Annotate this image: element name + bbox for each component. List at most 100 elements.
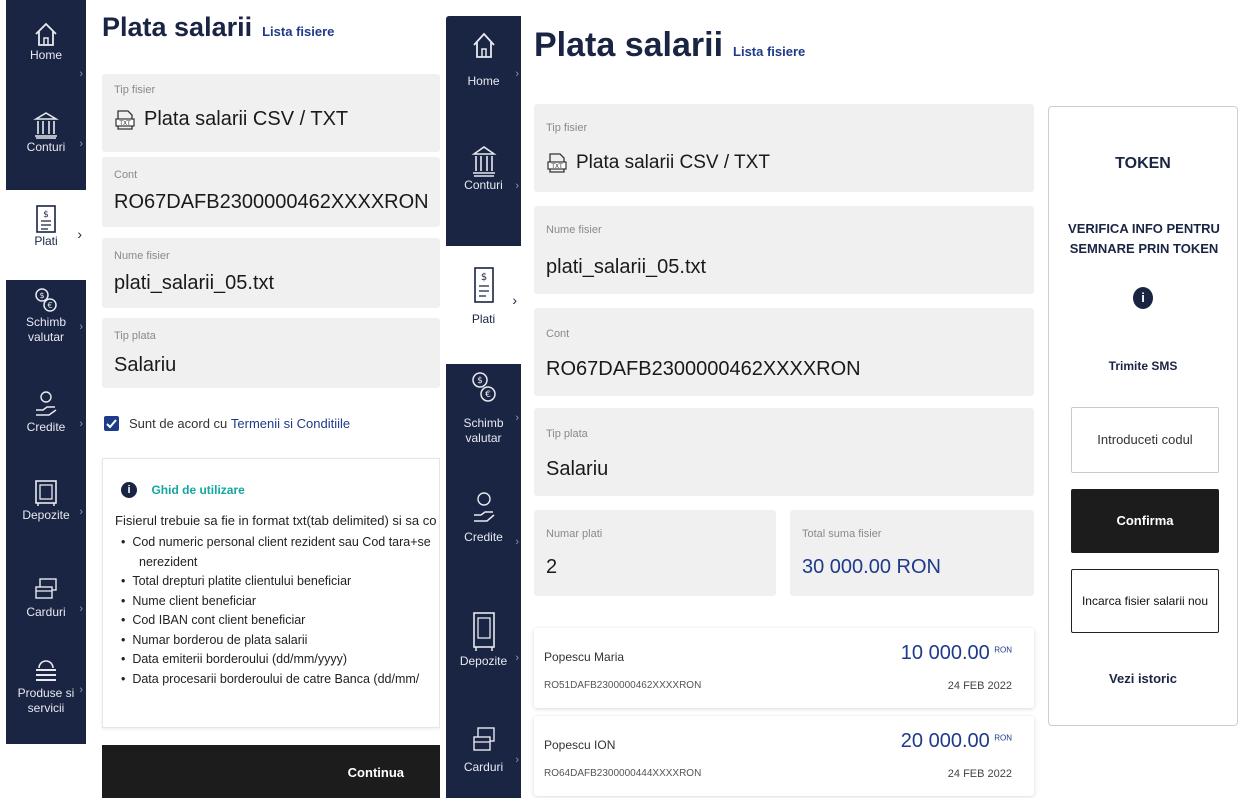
cards-icon (35, 578, 57, 599)
introduceti-codul-button[interactable]: Introduceti codul (1071, 407, 1219, 473)
confirma-button[interactable]: Confirma (1071, 489, 1219, 553)
svg-text:$: $ (480, 272, 486, 283)
nav-produse[interactable]: Produse si servicii › (6, 656, 86, 742)
nume-fisier-value: plati_salarii_05.txt (114, 272, 275, 294)
token-info-text: VERIFICA INFO PENTRU SEMNARE PRIN TOKEN (1068, 221, 1220, 256)
payments-icon: $ (473, 267, 494, 303)
tip-fisier-field[interactable]: Tip fisier TXT Plata salarii CSV / TXT (534, 104, 1034, 192)
tip-fisier-text: Plata salarii CSV / TXT (144, 108, 349, 130)
nume-fisier-field[interactable]: Nume fisier plati_salarii_05.txt (102, 238, 440, 308)
chevron-right-icon: › (79, 506, 83, 518)
chevron-right-icon: › (515, 180, 519, 192)
chevron-right-icon: › (515, 754, 519, 766)
cont-label: Cont (114, 169, 138, 181)
nav-plati-label: Plati (34, 234, 58, 248)
payment-date: 24 FEB 2022 (947, 680, 1012, 692)
checkmark-icon (106, 419, 117, 429)
svg-text:€: € (485, 390, 491, 400)
total-suma-label: Total suma fisier (802, 528, 882, 540)
cont-value: RO67DAFB2300000462XXXXRON (114, 191, 429, 213)
chevron-right-icon: › (79, 321, 83, 333)
tip-plata-field[interactable]: Tip plata Salariu (102, 318, 440, 388)
terms-checkbox[interactable] (104, 416, 119, 432)
payments-icon: $ (36, 205, 56, 233)
nav-carduri[interactable]: Carduri › (446, 724, 521, 798)
total-suma-field: Total suma fisier 30 000.00 RON (790, 510, 1034, 596)
continue-label: Continua (347, 765, 404, 780)
nav-home-label: Home (29, 48, 62, 62)
incarca-fisier-button[interactable]: Incarca fisier salarii nou (1071, 569, 1219, 633)
incarca-fisier-label: Incarca fisier salarii nou (1081, 594, 1209, 608)
payment-row[interactable]: Popescu ION RO64DAFB2300000444XXXXRON 20… (534, 716, 1034, 796)
products-icon (36, 660, 56, 681)
svg-text:$: $ (39, 291, 44, 300)
payment-name: Popescu ION (544, 738, 616, 752)
home-icon (35, 22, 57, 46)
payment-amount: 20 000.00 RON (901, 730, 1012, 753)
chevron-right-icon: › (79, 684, 83, 696)
nume-fisier-value: plati_salarii_05.txt (546, 256, 707, 278)
tip-plata-field[interactable]: Tip plata Salariu (534, 408, 1034, 496)
nav-carduri[interactable]: Carduri › (6, 575, 86, 645)
safe-icon (472, 612, 495, 651)
chevron-right-icon: › (79, 68, 83, 80)
page-title-text: Plata salarii (534, 26, 724, 64)
nume-fisier-label: Nume fisier (546, 224, 602, 236)
token-panel: TOKEN VERIFICA INFO PENTRU SEMNARE PRIN … (1048, 106, 1238, 726)
guide-title: Ghid de utilizare (151, 482, 245, 497)
safe-icon (35, 480, 57, 506)
chevron-right-icon: › (515, 652, 519, 664)
nav-schimb-valutar[interactable]: $ € Schimb valutar › (446, 368, 521, 478)
nav-conturi[interactable]: Conturi › (6, 110, 86, 180)
nav-home[interactable]: Home › (446, 30, 521, 120)
tip-fisier-field[interactable]: Tip fisier TXT Plata salarii CSV / TXT (102, 74, 440, 152)
cont-field[interactable]: Cont RO67DAFB2300000462XXXXRON (102, 157, 440, 227)
nav-credite[interactable]: Credite › (446, 490, 521, 590)
guide-item: • Cod numeric personal client rezident s… (121, 535, 431, 549)
trimite-sms-link[interactable]: Trimite SMS (1049, 359, 1237, 373)
cont-field[interactable]: Cont RO67DAFB2300000462XXXXRON (534, 308, 1034, 396)
nav-schimb-valutar[interactable]: $ € Schimb valutar › (6, 285, 86, 375)
nav-credite[interactable]: Credite › (6, 390, 86, 460)
guide-item: • Numar borderou de plata salarii (121, 632, 308, 647)
tip-plata-label: Tip plata (546, 428, 588, 440)
sidebar-b: Home › Conturi › $ Plati › $ € Schimb va… (446, 16, 521, 798)
chevron-right-icon: › (512, 292, 517, 308)
payment-iban: RO51DAFB2300000462XXXXRON (544, 680, 702, 691)
lista-fisiere-link[interactable]: Lista fisiere (733, 44, 805, 59)
nav-plati[interactable]: $ Plati › (6, 190, 86, 280)
chevron-right-icon: › (77, 226, 82, 242)
guide-item: nerezident (139, 554, 198, 569)
guide-item: • Data procesarii borderoului de catre B… (121, 671, 420, 686)
nav-home[interactable]: Home › (6, 20, 86, 90)
payment-date: 24 FEB 2022 (947, 768, 1012, 780)
chevron-right-icon: › (79, 603, 83, 615)
continue-button[interactable]: Continua (102, 745, 440, 798)
vezi-istoric-link[interactable]: Vezi istoric (1049, 671, 1237, 686)
nume-fisier-field[interactable]: Nume fisier plati_salarii_05.txt (534, 206, 1034, 294)
lista-fisiere-link[interactable]: Lista fisiere (262, 24, 334, 39)
nume-fisier-label: Nume fisier (114, 250, 170, 262)
payment-currency: RON (994, 733, 1012, 743)
svg-text:TXT: TXT (118, 120, 131, 127)
payment-amount: 10 000.00 RON (901, 642, 1012, 665)
nav-conturi[interactable]: Conturi › (446, 144, 521, 234)
introduceti-codul-label: Introduceti codul (1097, 432, 1193, 447)
guide-box: i Ghid de utilizare Fisierul trebuie sa … (102, 458, 440, 728)
payment-row[interactable]: Popescu Maria RO51DAFB2300000462XXXXRON … (534, 628, 1034, 708)
nav-conturi-label: Conturi (464, 178, 503, 192)
nav-depozite-label: Depozite (22, 508, 70, 522)
nav-plati[interactable]: $ Plati › (446, 246, 521, 364)
svg-text:$: $ (43, 210, 49, 220)
tip-fisier-value: TXT Plata salarii CSV / TXT (546, 152, 770, 174)
tip-fisier-text: Plata salarii CSV / TXT (576, 152, 770, 174)
nav-depozite[interactable]: Depozite › (6, 478, 86, 548)
tip-plata-value: Salariu (114, 354, 177, 376)
hand-coin-icon (36, 391, 57, 416)
terms-link[interactable]: Termenii si Conditiile (231, 416, 350, 431)
guide-item: • Data emiterii borderoului (dd/mm/yyyy) (121, 652, 347, 666)
info-icon: i (1133, 287, 1153, 309)
tip-fisier-value: TXT Plata salarii CSV / TXT (114, 108, 348, 131)
total-suma-value: 30 000.00 RON (802, 556, 941, 578)
nav-depozite[interactable]: Depozite › (446, 610, 521, 700)
